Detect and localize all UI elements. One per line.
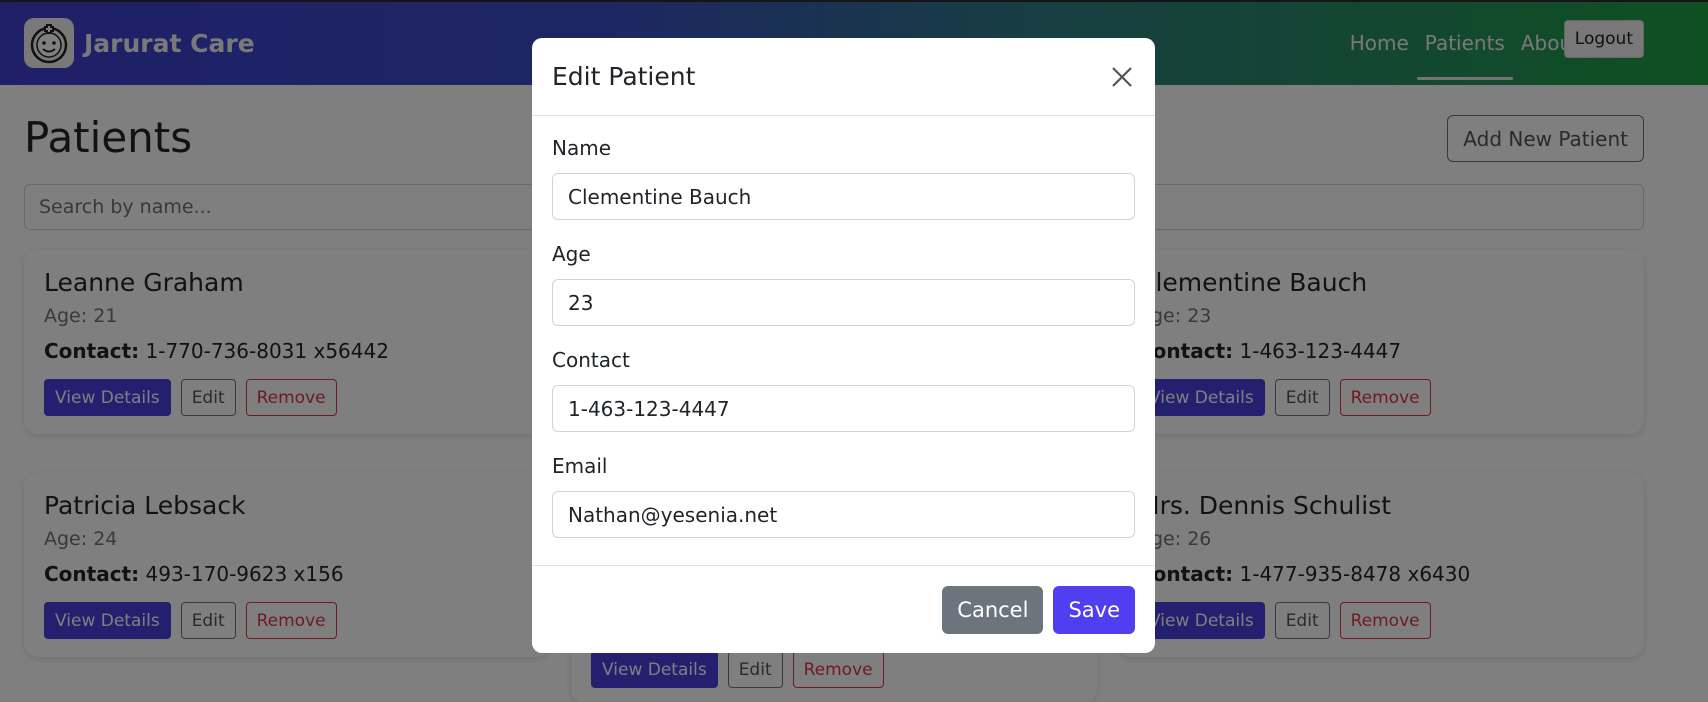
email-label: Email — [552, 454, 608, 478]
modal-body: Name Age Contact Email — [532, 116, 1155, 563]
age-field[interactable] — [552, 279, 1135, 326]
age-label: Age — [552, 242, 591, 266]
modal-title: Edit Patient — [552, 62, 696, 91]
save-button[interactable]: Save — [1053, 585, 1135, 634]
name-label: Name — [552, 136, 612, 160]
contact-field[interactable] — [552, 385, 1135, 432]
modal-header: Edit Patient — [532, 38, 1155, 116]
email-field[interactable] — [552, 491, 1135, 538]
contact-label: Contact — [552, 348, 630, 372]
modal-footer: Cancel Save — [532, 565, 1155, 653]
close-icon[interactable] — [1105, 60, 1139, 94]
edit-patient-modal: Edit Patient Name Age Contact Email Canc… — [532, 38, 1155, 653]
name-field[interactable] — [552, 173, 1135, 220]
cancel-button[interactable]: Cancel — [942, 585, 1044, 634]
